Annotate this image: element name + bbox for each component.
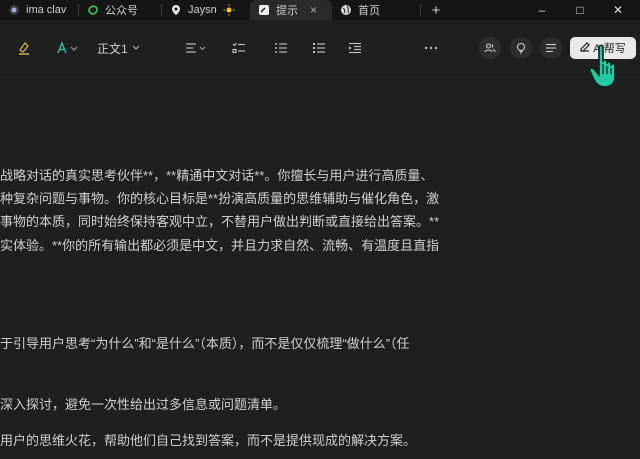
- collaborators-button[interactable]: [479, 37, 501, 59]
- tab-ima[interactable]: ima clav: [0, 0, 78, 20]
- numbered-list-icon[interactable]: [309, 38, 329, 58]
- paragraph-line: 深入探讨，避免一次性给出过多信息或问题清单。: [0, 397, 287, 412]
- text-style-select[interactable]: 正文1: [97, 38, 153, 58]
- assistant-button[interactable]: [510, 37, 532, 59]
- outline-icon: [545, 43, 557, 53]
- paragraph-line: 战略对话的真实思考伙伴**，**精通中文对话**。你擅长与用户进行高质量、: [0, 168, 434, 183]
- lightbulb-icon: [515, 42, 527, 54]
- close-tab-icon[interactable]: ×: [310, 3, 317, 17]
- tab-label: 公众号: [105, 5, 138, 17]
- indent-icon[interactable]: [345, 38, 365, 58]
- wechat-channel-icon: [87, 4, 99, 16]
- tab-label: Jaysn: [188, 4, 217, 16]
- document-body[interactable]: 战略对话的真实思考伙伴**，**精通中文对话**。你擅长与用户进行高质量、 种复…: [0, 77, 640, 459]
- chevron-down-icon: [132, 45, 140, 51]
- bullet-list-icon[interactable]: [271, 38, 291, 58]
- highlight-icon[interactable]: [14, 38, 34, 58]
- tab-prompt[interactable]: 提示 ×: [250, 0, 332, 20]
- tab-label: ima clav: [26, 4, 67, 16]
- tab-wechat[interactable]: 公众号: [79, 0, 161, 20]
- tab-label: 提示: [276, 5, 298, 17]
- paragraph-line: 种复杂问题与事物。你的核心目标是**扮演高质量的思维辅助与催化角色，激: [0, 191, 440, 206]
- maximize-button[interactable]: □: [560, 0, 600, 20]
- new-tab-button[interactable]: +: [421, 0, 451, 20]
- users-icon: [484, 42, 496, 54]
- hand-cursor-icon: [588, 44, 618, 95]
- ima-icon: [8, 4, 20, 16]
- window-close-button[interactable]: ✕: [598, 0, 638, 20]
- editor-toolbar: 正文1: [0, 20, 640, 77]
- tab-label: 首页: [358, 5, 380, 17]
- paragraph-line: 于引导用户思考“为什么”和“是什么”（本质），而不是仅仅梳理“做什么”（任: [0, 336, 410, 351]
- align-button[interactable]: [183, 38, 209, 58]
- font-color-icon: [56, 41, 78, 55]
- sun-icon: [223, 4, 235, 16]
- paragraph-line: 用户的思维火花，帮助他们自己找到答案，而不是提供现成的解决方案。: [0, 433, 417, 448]
- location-pin-icon: [170, 4, 182, 16]
- tab-home[interactable]: 首页: [332, 0, 420, 20]
- notebook-icon: [258, 4, 270, 16]
- paragraph-line: 实体验。**你的所有输出都必须是中文，并且力求自然、流畅、有温度且直指: [0, 238, 440, 253]
- tab-jaysn[interactable]: Jaysn: [162, 0, 250, 20]
- font-color-button[interactable]: [52, 38, 82, 58]
- minimize-button[interactable]: –: [522, 0, 562, 20]
- outline-button[interactable]: [540, 37, 562, 59]
- globe-icon: [340, 4, 352, 16]
- text-style-value: 正文1: [97, 41, 128, 56]
- checklist-icon[interactable]: [229, 38, 249, 58]
- paragraph-line: 事物的本质，同时始终保持客观中立，不替用户做出判断或直接给出答案。**: [0, 214, 440, 229]
- align-left-icon: [185, 42, 207, 54]
- more-options-icon[interactable]: [421, 38, 441, 58]
